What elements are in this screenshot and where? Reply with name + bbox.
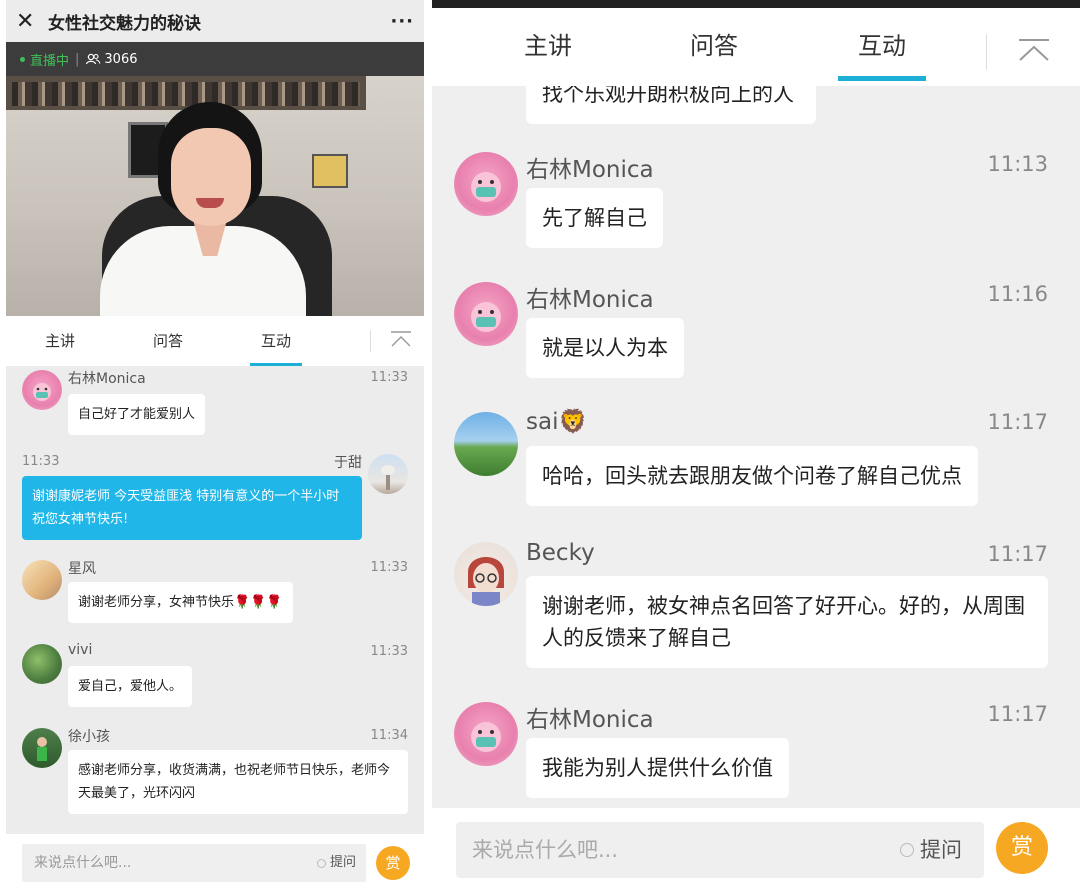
speaker-face <box>171 128 251 226</box>
tab-interaction[interactable]: 互动 <box>222 316 330 366</box>
tab-bar: 主讲 问答 互动 <box>432 0 1080 86</box>
avatar[interactable] <box>454 542 518 606</box>
collapse-up-icon[interactable] <box>390 330 412 350</box>
message-time: 11:33 <box>370 644 408 659</box>
message-input[interactable]: 来说点什么吧... 提问 <box>22 844 366 882</box>
avatar[interactable] <box>454 412 518 476</box>
message-bubble: 我能为别人提供什么价值 <box>526 738 789 798</box>
ask-toggle[interactable]: 提问 <box>900 822 962 878</box>
message-bubble: 谢谢老师，被女神点名回答了好开心。好的，从周围人的反馈来了解自己 <box>526 576 1048 668</box>
message-time: 11:33 <box>370 560 408 575</box>
message-bubble: 感谢老师分享，收货满满，也祝老师节日快乐，老师今天最美了，光环闪闪 <box>68 750 408 814</box>
live-dot-icon <box>20 56 25 62</box>
ask-label: 提问 <box>920 838 962 862</box>
background-box <box>312 154 348 188</box>
avatar[interactable] <box>22 370 62 410</box>
message-bubble: 就是以人为本 <box>526 318 684 378</box>
radio-icon <box>316 858 326 868</box>
sender-name: vivi <box>68 642 93 658</box>
tab-bar: 主讲 问答 互动 <box>6 316 424 366</box>
avatar[interactable] <box>22 644 62 684</box>
avatar[interactable] <box>454 152 518 216</box>
input-placeholder: 来说点什么吧... <box>472 838 619 862</box>
message-bubble: 自己好了才能爱别人 <box>68 394 206 435</box>
tab-lecture[interactable]: 主讲 <box>488 26 608 61</box>
message-input[interactable]: 来说点什么吧... 提问 <box>456 822 984 878</box>
sender-name: 右林Monica <box>526 287 654 313</box>
reward-button[interactable]: 赏 <box>996 822 1048 874</box>
message-time: 11:33 <box>22 454 60 469</box>
avatar[interactable] <box>454 282 518 346</box>
message-bubble: 哈哈，回头就去跟朋友做个问卷了解自己优点 <box>526 446 978 506</box>
tab-qa[interactable]: 问答 <box>654 26 774 61</box>
message-bubble: 谢谢康妮老师 今天受益匪浅 特别有意义的一个半小时 祝您女神节快乐! <box>22 476 362 540</box>
tab-divider <box>986 34 987 70</box>
live-video[interactable] <box>6 76 424 316</box>
message-time: 11:17 <box>987 542 1048 566</box>
avatar[interactable] <box>368 454 408 494</box>
page-title: 女性社交魅力的秘诀 <box>48 13 201 34</box>
message-time: 11:34 <box>370 728 408 743</box>
viewer-count: 3066 <box>85 51 138 67</box>
reward-button[interactable]: 赏 <box>376 846 410 880</box>
message-time: 11:13 <box>987 152 1048 176</box>
message-bubble: 爱自己，爱他人。 <box>68 666 193 707</box>
title-bar: ✕ 女性社交魅力的秘诀 ··· <box>6 0 424 42</box>
sender-name: 右林Monica <box>526 157 654 183</box>
sender-name: Becky <box>526 540 595 566</box>
input-bar: 来说点什么吧... 提问 赏 <box>6 834 424 894</box>
live-status-bar: 直播中 | 3066 <box>6 42 424 76</box>
tab-interaction[interactable]: 互动 <box>822 26 942 81</box>
message-time: 11:17 <box>987 410 1048 434</box>
sender-name: 徐小孩 <box>68 729 110 745</box>
message-time: 11:33 <box>370 370 408 385</box>
radio-icon <box>900 843 914 857</box>
sender-name: 星风 <box>68 561 96 577</box>
message-time: 11:17 <box>987 702 1048 726</box>
left-phone-screen: ✕ 女性社交魅力的秘诀 ··· 直播中 | 3066 主讲 问答 互动 右林Mo… <box>6 0 424 894</box>
collapse-up-icon[interactable] <box>1018 38 1050 64</box>
tab-qa[interactable]: 问答 <box>114 316 222 366</box>
ask-toggle[interactable]: 提问 <box>316 844 356 882</box>
avatar[interactable] <box>22 728 62 768</box>
tab-lecture[interactable]: 主讲 <box>6 316 114 366</box>
live-status: 直播中 <box>30 53 70 69</box>
viewer-count-value: 3066 <box>104 51 138 67</box>
sender-name: 右林Monica <box>68 371 146 387</box>
message-bubble: 先了解自己 <box>526 188 663 248</box>
input-placeholder: 来说点什么吧... <box>34 855 132 871</box>
people-icon <box>86 53 101 65</box>
separator: | <box>75 51 80 67</box>
message-bubble: 谢谢老师分享，女神节快乐🌹🌹🌹 <box>68 582 293 623</box>
avatar[interactable] <box>22 560 62 600</box>
more-icon[interactable]: ··· <box>390 11 414 32</box>
sender-name: 右林Monica <box>526 707 654 733</box>
message-time: 11:16 <box>987 282 1048 306</box>
avatar[interactable] <box>454 702 518 766</box>
ask-label: 提问 <box>329 855 356 870</box>
tab-divider <box>370 330 371 352</box>
close-icon[interactable]: ✕ <box>16 9 42 34</box>
input-bar: 来说点什么吧... 提问 赏 <box>432 808 1080 894</box>
right-phone-screen: 找个乐观开朗积极向上的人 主讲 问答 互动 右林Monica 11:13 先了解… <box>432 0 1080 894</box>
sender-name: sai🦁 <box>526 409 588 435</box>
bookshelf <box>6 76 366 110</box>
sender-name: 于甜 <box>334 455 362 471</box>
